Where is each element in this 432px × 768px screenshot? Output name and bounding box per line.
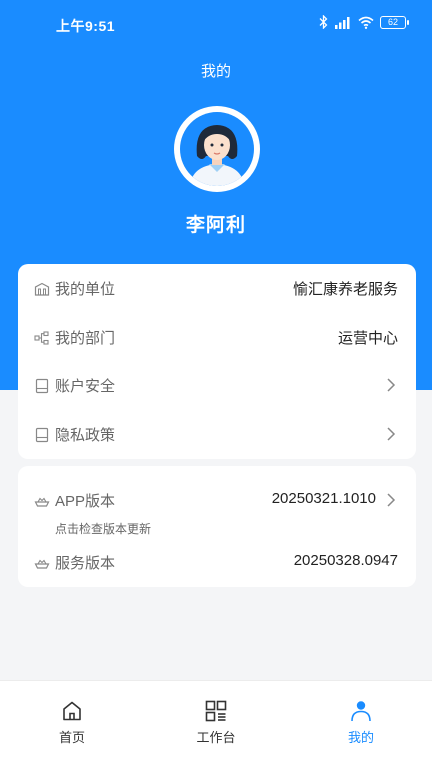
service-version-label: 服务版本	[55, 555, 116, 572]
version-card: APP版本 20250321.1010 点击检查版本更新 服务版本 202503…	[18, 466, 416, 587]
status-time: 上午9:51	[56, 18, 116, 34]
tab-workbench-label: 工作台	[196, 730, 236, 745]
building-icon	[34, 282, 50, 296]
department-label: 我的部门	[55, 330, 116, 347]
tablet-icon	[35, 378, 49, 394]
chevron-right-icon	[387, 493, 396, 507]
status-icons: 62	[319, 15, 409, 29]
chevron-right-icon	[387, 378, 396, 392]
app-version-value: 20250321.1010	[271, 490, 376, 507]
user-name: 李阿利	[185, 215, 246, 236]
info-card: 我的单位 愉汇康养老服务 我的部门 运营中心 账户安全 隐私政策	[18, 264, 416, 459]
battery-level: 62	[387, 16, 398, 27]
status-bar: 上午9:51 62	[0, 0, 432, 50]
wifi-icon	[358, 16, 374, 29]
service-version-item: 服务版本 20250328.0947	[18, 538, 416, 586]
org-chart-icon	[34, 331, 49, 345]
account-security-item[interactable]: 账户安全	[18, 361, 416, 409]
tab-workbench[interactable]: 工作台	[166, 699, 266, 746]
privacy-policy-label: 隐私政策	[55, 427, 116, 444]
tab-mine-label: 我的	[347, 730, 374, 745]
tab-home[interactable]: 首页	[22, 699, 122, 746]
unit-value: 愉汇康养老服务	[292, 281, 398, 298]
unit-label: 我的单位	[55, 281, 116, 298]
service-version-value: 20250328.0947	[293, 552, 398, 569]
home-icon	[63, 701, 81, 721]
bluetooth-icon	[319, 15, 328, 29]
battery-icon: 62	[380, 15, 409, 29]
row-department: 我的部门 运营中心	[18, 313, 416, 361]
check-update-hint[interactable]: 点击检查版本更新	[55, 520, 151, 537]
department-value: 运营中心	[337, 330, 398, 347]
app-version-label: APP版本	[55, 493, 116, 510]
account-security-label: 账户安全	[55, 378, 116, 395]
row-unit: 我的单位 愉汇康养老服务	[18, 264, 416, 312]
tab-bar: 首页 工作台 我的	[0, 680, 432, 768]
avatar[interactable]	[174, 106, 260, 192]
privacy-policy-item[interactable]: 隐私政策	[18, 410, 416, 458]
app-version-item[interactable]: APP版本 20250321.1010 点击检查版本更新	[18, 476, 416, 537]
ship-icon	[34, 497, 50, 507]
tab-home-label: 首页	[58, 730, 85, 745]
cellular-signal-icon	[335, 16, 350, 29]
page-title: 我的	[200, 63, 231, 80]
grid-icon	[205, 700, 227, 722]
ship-icon	[34, 559, 50, 569]
tab-mine[interactable]: 我的	[311, 699, 411, 746]
avatar-illustration	[180, 112, 254, 186]
tablet-icon	[35, 427, 49, 443]
person-icon	[351, 701, 371, 722]
chevron-right-icon	[387, 427, 396, 441]
